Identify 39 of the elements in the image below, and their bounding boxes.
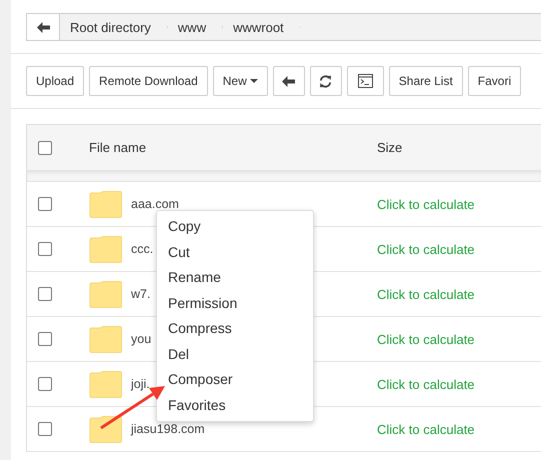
folder-icon [89,370,122,398]
caret-icon [250,79,258,83]
select-all-checkbox[interactable] [38,140,52,154]
back-arrow-icon [36,22,50,32]
row-checkbox[interactable] [38,332,52,346]
row-checkbox[interactable] [38,377,52,391]
menu-item[interactable]: Del [157,342,313,367]
row-checkbox[interactable] [38,242,52,256]
toolbar-button[interactable]: Share List [388,66,463,96]
toolbar-button[interactable]: Upload [26,66,84,96]
toolbar-button[interactable]: Favori [468,66,522,96]
menu-item[interactable]: Compress [157,316,313,342]
menu-item[interactable]: Cut [157,240,313,265]
back-arrow-icon [282,76,296,86]
toolbar-button[interactable]: Remote Download [89,66,208,96]
folder-icon [89,190,122,218]
menu-item[interactable]: Permission [157,290,313,316]
row-checkbox[interactable] [38,287,52,301]
terminal-icon [358,74,373,88]
folder-icon [89,416,122,442]
dropdown-button[interactable]: New [212,66,268,96]
menu-item[interactable]: Copy [157,214,313,240]
column-header[interactable]: File name [89,140,377,155]
column-header[interactable]: Size [377,140,402,155]
menu-item[interactable]: Rename [157,265,313,290]
folder-icon [89,236,122,262]
refresh-button[interactable] [310,66,342,96]
refresh-icon [319,74,332,88]
menu-item[interactable]: Composer [157,367,313,392]
row-checkbox[interactable] [38,422,52,436]
folder-icon [89,326,122,352]
terminal-button[interactable] [346,66,384,96]
file-name[interactable]: jiasu198.com [131,422,377,436]
file-name[interactable]: aaa.com [131,197,377,211]
menu-item[interactable]: Favorites [157,392,313,418]
row-checkbox[interactable] [38,197,52,211]
back-button[interactable] [272,66,305,96]
folder-icon [89,280,122,308]
back-button[interactable] [27,14,60,40]
